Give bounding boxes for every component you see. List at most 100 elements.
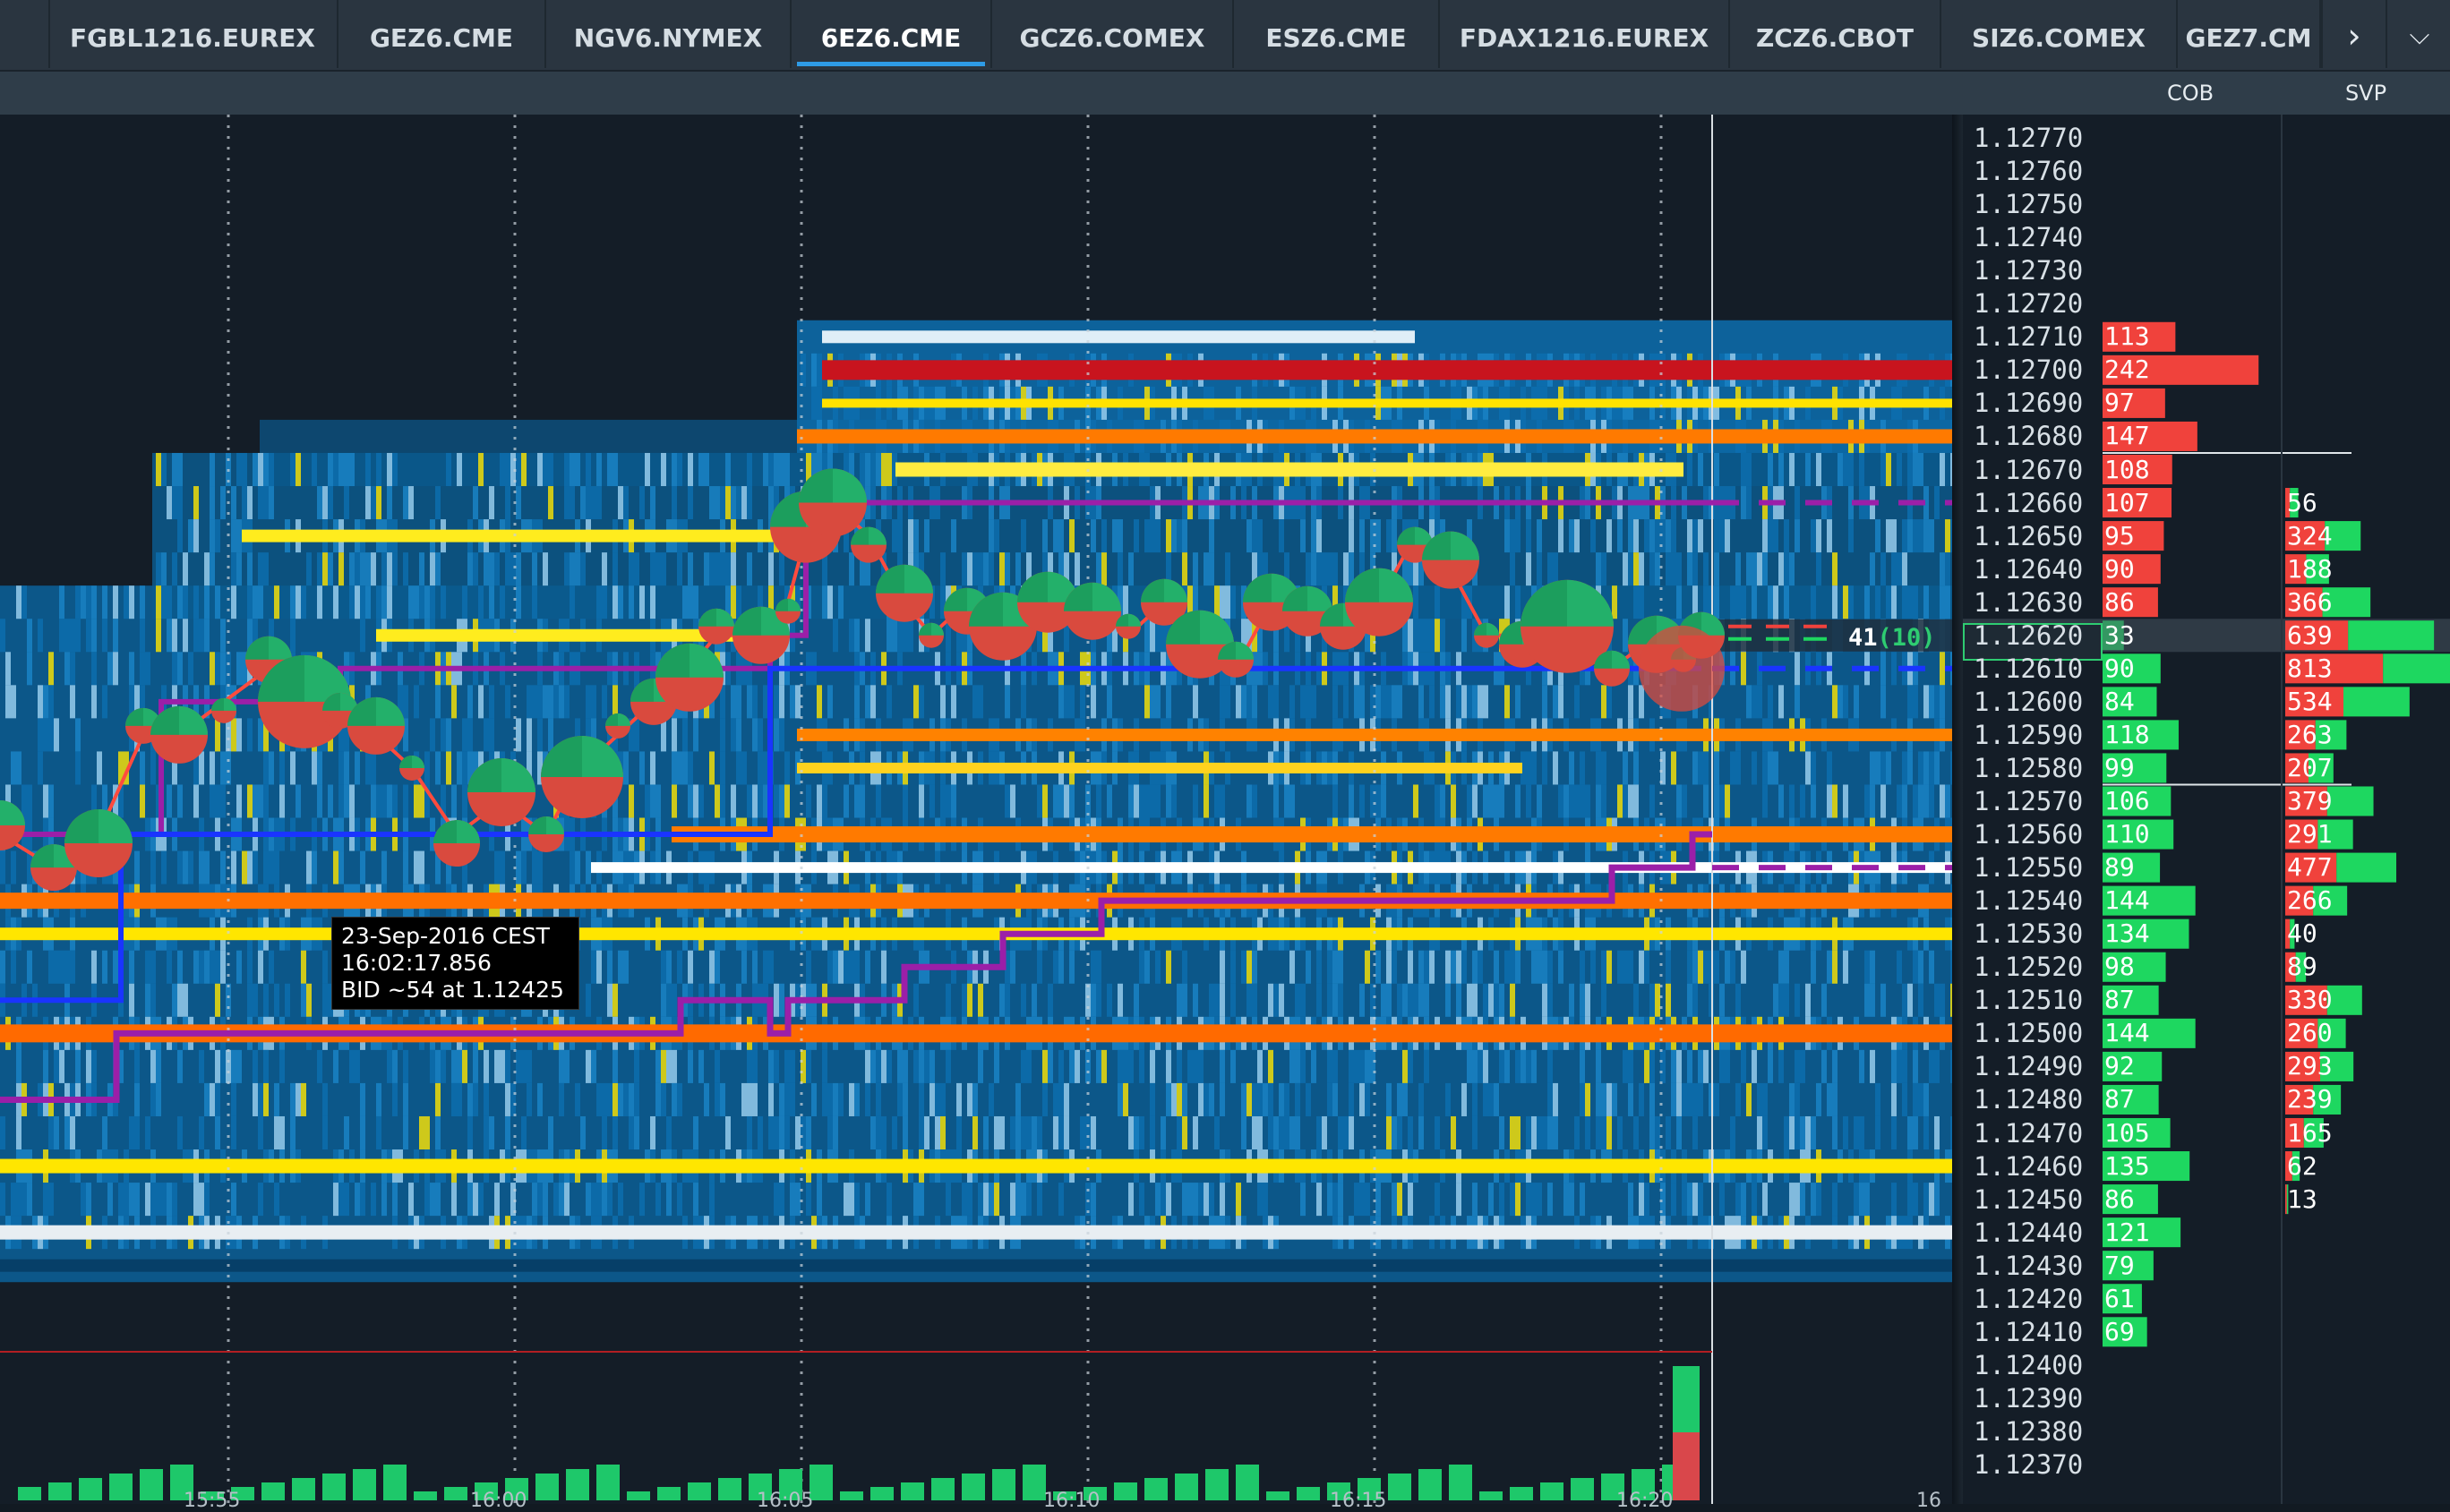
- price-level-label: 1.12540: [1974, 885, 2084, 917]
- svp-volume-value: 534: [2287, 686, 2333, 716]
- trade-bubble[interactable]: [605, 713, 630, 739]
- trade-bubble[interactable]: [541, 735, 623, 818]
- liquidity-line: [0, 1158, 1952, 1174]
- trade-bubble[interactable]: [64, 809, 133, 878]
- tab-fdax1216-eurex[interactable]: FDAX1216.EUREX: [1440, 0, 1730, 68]
- trade-bubble[interactable]: [775, 598, 801, 624]
- volume-bar: [1449, 1465, 1472, 1500]
- tooltip-time: 16:02:17.856: [341, 950, 492, 976]
- tab-gez6-cme[interactable]: GEZ6.CME: [338, 0, 546, 68]
- trade-bubble[interactable]: [433, 820, 480, 867]
- price-level-label: 1.12470: [1974, 1117, 2084, 1149]
- cob-ask-size: 90: [2104, 553, 2135, 584]
- cob-bid-size: 99: [2104, 752, 2135, 782]
- trade-bubble[interactable]: [851, 526, 887, 563]
- price-level-label: 1.12620: [1974, 619, 2084, 651]
- svp-volume-value: 239: [2287, 1084, 2333, 1115]
- time-axis-label: 16:00: [470, 1490, 527, 1512]
- tab-6ez6-cme[interactable]: 6EZ6.CME: [792, 0, 992, 68]
- tab-gez7-cm[interactable]: GEZ7.CM: [2178, 0, 2321, 68]
- volume-bar: [292, 1478, 315, 1500]
- trade-bubble[interactable]: [1422, 531, 1479, 589]
- tab-ngv6-nymex[interactable]: NGV6.NYMEX: [546, 0, 792, 68]
- cob-ask-size: 86: [2104, 586, 2135, 617]
- trade-bubble[interactable]: [347, 696, 405, 755]
- tab-gcz6-comex[interactable]: GCZ6.COMEX: [992, 0, 1234, 68]
- tab-zcz6-cbot[interactable]: ZCZ6.CBOT: [1730, 0, 1941, 68]
- cob-bid-size: 118: [2104, 719, 2150, 749]
- volume-bar: [109, 1474, 133, 1500]
- svp-volume-value: 639: [2287, 619, 2333, 650]
- chevron-right-icon[interactable]: ›: [2321, 0, 2386, 68]
- cob-ask-size: 242: [2104, 355, 2150, 385]
- svp-buy-bar: [2348, 620, 2435, 651]
- cob-bid-size: 87: [2104, 1084, 2135, 1115]
- trade-bubble[interactable]: [799, 468, 867, 537]
- price-level-label: 1.12700: [1974, 355, 2084, 386]
- tooltip-date: 23-Sep-2016 CEST: [341, 923, 550, 949]
- volume-bar: [1236, 1465, 1259, 1500]
- cob-ask-size: 95: [2104, 520, 2135, 551]
- volume-bar: [596, 1465, 620, 1500]
- cob-bid-size: 89: [2104, 852, 2135, 883]
- svp-volume-value: 291: [2287, 819, 2333, 850]
- trade-bubble[interactable]: [528, 816, 564, 853]
- volume-bar: [718, 1478, 741, 1500]
- volume-bar: [322, 1474, 346, 1500]
- volume-bar: [140, 1469, 163, 1500]
- trade-bubble[interactable]: [698, 608, 734, 645]
- volume-bar: [79, 1478, 102, 1500]
- trade-bubble[interactable]: [150, 705, 208, 764]
- trade-bubble[interactable]: [399, 755, 424, 781]
- price-level-label: 1.12460: [1974, 1150, 2084, 1182]
- heatmap-canvas[interactable]: [0, 115, 1952, 1504]
- trade-bubble[interactable]: [1345, 568, 1413, 636]
- liquidity-line: [797, 762, 1522, 773]
- heatmap-chart[interactable]: [0, 115, 1952, 1504]
- tab-fgbl1216-eurex[interactable]: FGBL1216.EUREX: [48, 0, 338, 68]
- trade-bubble[interactable]: [1474, 622, 1499, 648]
- volume-bar: [1571, 1478, 1594, 1500]
- trade-bubble[interactable]: [1064, 582, 1121, 640]
- volume-bar: [1673, 1432, 1700, 1500]
- price-level-label: 1.12630: [1974, 586, 2084, 618]
- volume-bar: [1297, 1487, 1320, 1500]
- liquidity-line: [591, 862, 1952, 874]
- trade-bubble[interactable]: [655, 643, 724, 712]
- liquidity-line: [822, 398, 1952, 408]
- trade-bubble[interactable]: [211, 697, 236, 723]
- trade-bubble[interactable]: [919, 622, 944, 648]
- price-level-label: 1.12720: [1974, 288, 2084, 320]
- last-trade-bubble[interactable]: [1639, 625, 1725, 712]
- price-level-label: 1.12580: [1974, 752, 2084, 783]
- price-level-label: 1.12670: [1974, 454, 2084, 485]
- tab-esz6-cme[interactable]: ESZ6.CME: [1234, 0, 1440, 68]
- time-axis-label: 15:55: [184, 1490, 241, 1512]
- chart-axis-divider[interactable]: [1952, 115, 1963, 1504]
- volume-bar: [901, 1482, 924, 1500]
- price-level-label: 1.12640: [1974, 553, 2084, 585]
- tab-scroll-left-area[interactable]: [0, 0, 50, 68]
- svp-volume-value: 62: [2287, 1150, 2317, 1181]
- price-level-label: 1.12410: [1974, 1316, 2084, 1347]
- price-level-label: 1.12530: [1974, 918, 2084, 950]
- trade-bubble[interactable]: [467, 758, 535, 826]
- tab-siz6-comex[interactable]: SIZ6.COMEX: [1941, 0, 2178, 68]
- trade-bubble[interactable]: [1594, 650, 1630, 687]
- svp-volume-value: 366: [2287, 586, 2333, 617]
- volume-bar: [657, 1487, 681, 1500]
- price-level-label: 1.12750: [1974, 189, 2084, 220]
- cob-ask-size: 108: [2104, 454, 2150, 484]
- cob-bid-size: 90: [2104, 653, 2135, 683]
- price-level-label: 1.12710: [1974, 321, 2084, 353]
- time-axis-label: 16:10: [1043, 1490, 1101, 1512]
- column-header-bar: [0, 72, 2450, 115]
- time-axis-label: 16:20: [1616, 1490, 1674, 1512]
- chevron-down-icon[interactable]: ⌵: [2386, 0, 2450, 68]
- current-trade-annotation: 41(10): [1848, 624, 1936, 652]
- trade-bubble[interactable]: [876, 564, 933, 622]
- svp-volume-value: 266: [2287, 885, 2333, 916]
- trade-bubble[interactable]: [1116, 613, 1141, 639]
- trade-bubble[interactable]: [1218, 641, 1254, 678]
- svp-volume-value: 89: [2287, 952, 2317, 982]
